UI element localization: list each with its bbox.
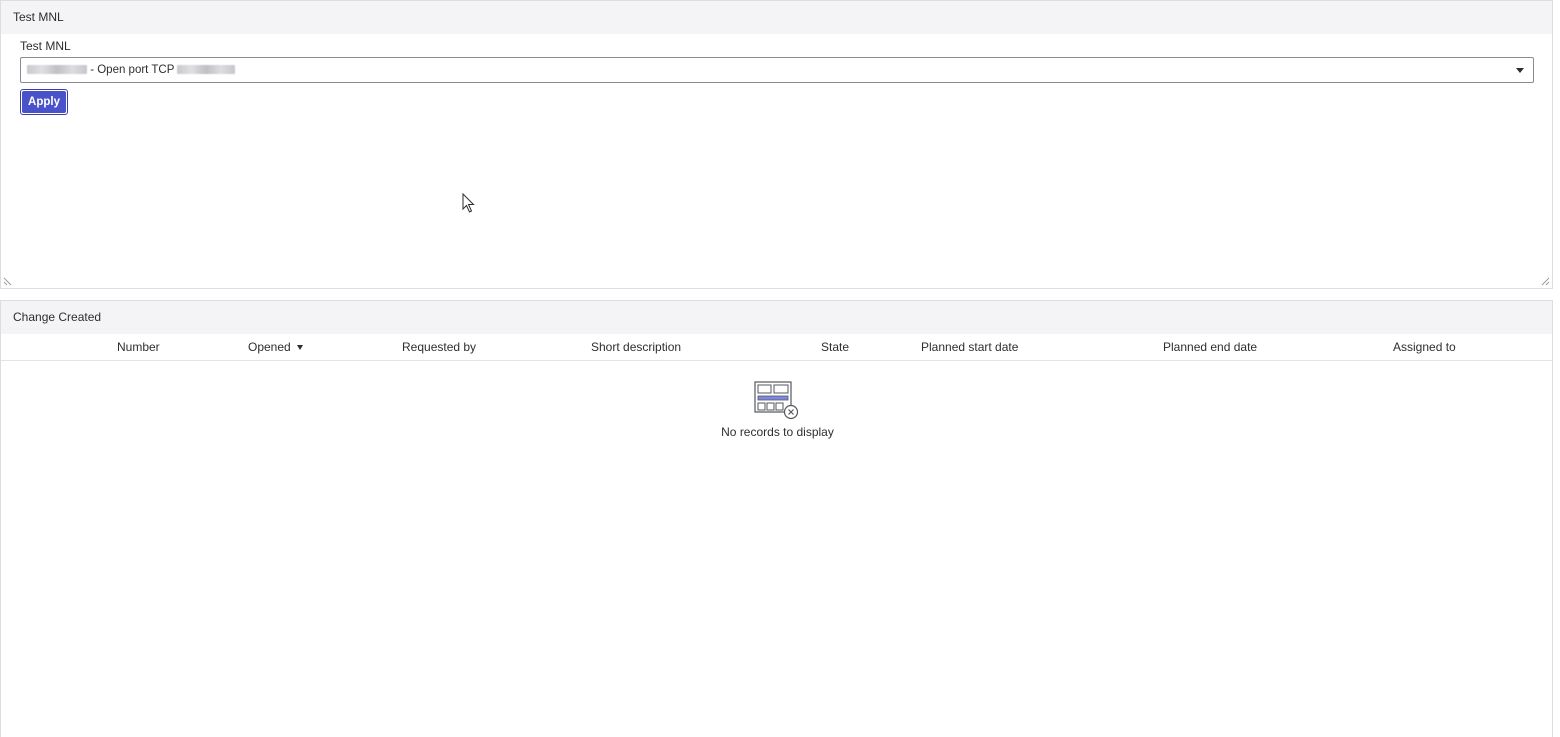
column-opened[interactable]: Opened (248, 334, 303, 360)
column-number[interactable]: Number (117, 334, 160, 360)
resize-handle-icon[interactable] (3, 276, 13, 286)
column-short-description[interactable]: Short description (591, 334, 681, 360)
field-label: Test MNL (20, 39, 71, 53)
column-state[interactable]: State (821, 334, 849, 360)
chevron-down-icon[interactable] (1516, 68, 1524, 73)
panel-title: Change Created (1, 301, 1552, 334)
empty-state: No records to display (1, 381, 1554, 439)
column-assigned-to[interactable]: Assigned to (1393, 334, 1456, 360)
select-value: - Open port TCP (27, 58, 236, 82)
apply-button-label: Apply (22, 91, 66, 113)
redacted-text (27, 65, 87, 75)
resize-handle-icon[interactable] (1540, 276, 1550, 286)
mouse-pointer-icon (462, 193, 475, 213)
column-planned-end-date[interactable]: Planned end date (1163, 334, 1257, 360)
record-select[interactable]: - Open port TCP (20, 57, 1534, 83)
apply-button[interactable]: Apply (20, 89, 68, 115)
select-value-text: - Open port TCP (90, 64, 175, 76)
column-requested-by[interactable]: Requested by (402, 334, 476, 360)
related-list-panel: Change Created Number Opened Requested b… (0, 300, 1553, 737)
empty-state-text: No records to display (721, 425, 834, 439)
redacted-text (177, 65, 236, 75)
no-records-icon (753, 381, 798, 420)
table-header: Number Opened Requested by Short descrip… (1, 334, 1552, 361)
column-opened-label: Opened (248, 340, 291, 354)
column-planned-start-date[interactable]: Planned start date (921, 334, 1018, 360)
sort-descending-icon (296, 345, 303, 351)
variable-panel: Test MNL Test MNL - Open port TCP Apply (0, 0, 1553, 289)
panel-title: Test MNL (1, 1, 1552, 34)
